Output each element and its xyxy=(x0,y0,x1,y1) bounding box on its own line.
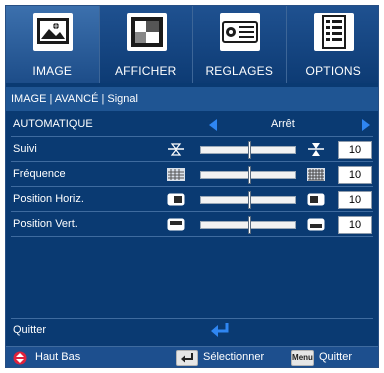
footer-quit-label: Quitter xyxy=(319,351,353,363)
position-down-icon xyxy=(167,218,185,231)
osd-menu: IMAGE AFFICHER REGLAGES OPTIONS IMAGE | … xyxy=(5,5,379,368)
automatique-value: Arrêt xyxy=(271,118,295,130)
row-frequence[interactable]: Fréquence 10 xyxy=(6,164,378,186)
divider xyxy=(11,136,373,137)
position-horiz-slider-knob[interactable] xyxy=(248,191,251,209)
divider xyxy=(11,211,373,212)
enter-return-icon[interactable] xyxy=(208,320,232,340)
position-right-icon xyxy=(307,193,325,206)
tab-reglages-label: REGLAGES xyxy=(205,64,274,78)
image-landscape-icon xyxy=(33,13,73,51)
tab-reglages[interactable]: REGLAGES xyxy=(193,6,287,83)
quitter-label: Quitter xyxy=(13,324,47,336)
divider xyxy=(11,161,373,162)
row-position-horiz[interactable]: Position Horiz. 10 xyxy=(6,189,378,211)
position-vert-slider-knob[interactable] xyxy=(248,216,251,234)
suivi-value: 10 xyxy=(338,141,372,159)
tab-image[interactable]: IMAGE xyxy=(6,6,100,83)
position-horiz-value: 10 xyxy=(338,191,372,209)
enter-key-icon xyxy=(176,350,198,366)
automatique-label: AUTOMATIQUE xyxy=(13,118,93,130)
tab-afficher[interactable]: AFFICHER xyxy=(99,6,193,83)
arrow-right-icon[interactable] xyxy=(362,119,370,131)
footer-select-label: Sélectionner xyxy=(203,351,265,363)
divider xyxy=(11,318,373,319)
tab-options[interactable]: OPTIONS xyxy=(286,6,378,83)
footer-nav-label: Haut Bas xyxy=(35,351,81,363)
position-left-icon xyxy=(167,193,185,206)
row-automatique[interactable]: AUTOMATIQUE Arrêt xyxy=(6,114,378,136)
tab-options-label: OPTIONS xyxy=(305,64,361,78)
tracking-increase-icon xyxy=(308,143,324,156)
projector-settings-icon xyxy=(220,13,260,51)
position-up-icon xyxy=(307,218,325,231)
frequence-label: Fréquence xyxy=(13,168,66,180)
divider xyxy=(11,186,373,187)
tab-image-label: IMAGE xyxy=(32,64,73,78)
menu-tab-bar: IMAGE AFFICHER REGLAGES OPTIONS xyxy=(6,6,378,83)
frequency-decrease-icon xyxy=(167,168,185,181)
suivi-label: Suivi xyxy=(13,143,37,155)
position-vert-label: Position Vert. xyxy=(13,218,78,230)
position-vert-value: 10 xyxy=(338,216,372,234)
menu-key: Menu xyxy=(291,350,314,366)
frequency-increase-icon xyxy=(307,168,325,181)
tracking-decrease-icon xyxy=(168,143,184,156)
footer-help-bar: Haut Bas Sélectionner Menu Quitter xyxy=(6,346,378,367)
row-quitter[interactable]: Quitter xyxy=(6,320,378,342)
row-position-vert[interactable]: Position Vert. 10 xyxy=(6,214,378,236)
tab-afficher-label: AFFICHER xyxy=(114,64,177,78)
frequence-value: 10 xyxy=(338,166,372,184)
options-checklist-icon xyxy=(313,13,354,51)
position-horiz-label: Position Horiz. xyxy=(13,193,84,205)
suivi-slider-knob[interactable] xyxy=(248,141,251,159)
display-screen-icon xyxy=(126,13,167,51)
up-down-nav-icon xyxy=(13,351,27,365)
breadcrumb: IMAGE | AVANCÉ | Signal xyxy=(6,87,378,111)
row-suivi[interactable]: Suivi 10 xyxy=(6,139,378,161)
divider xyxy=(11,236,373,237)
frequence-slider-knob[interactable] xyxy=(248,166,251,184)
arrow-left-icon[interactable] xyxy=(209,119,217,131)
